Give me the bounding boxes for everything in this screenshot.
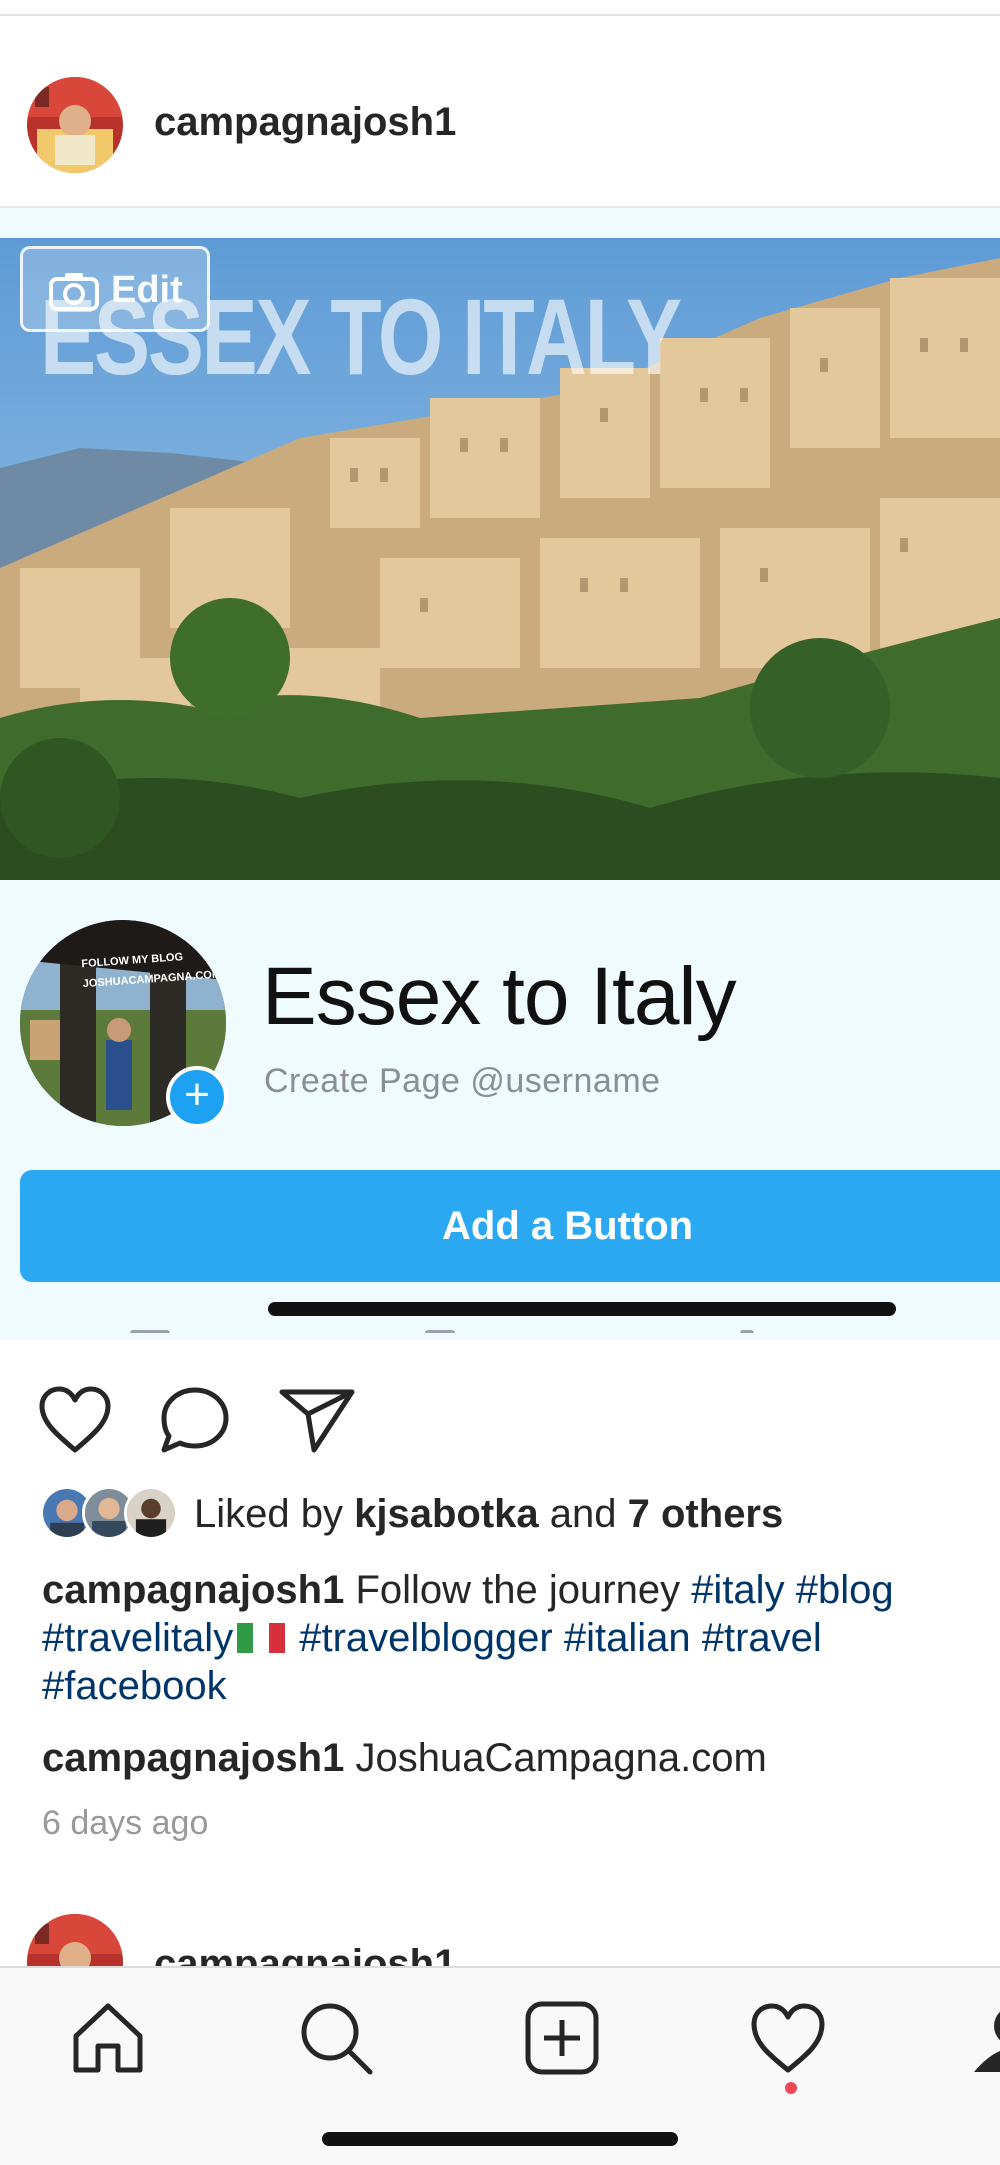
comment-icon[interactable] xyxy=(156,1384,234,1456)
caption-username[interactable]: campagnajosh1 xyxy=(42,1568,344,1612)
hashtag[interactable]: #blog xyxy=(796,1568,894,1612)
likes-text[interactable]: Liked by kjsabotka and 7 others xyxy=(194,1492,783,1537)
comment-text: JoshuaCampagna.com xyxy=(355,1736,767,1780)
hashtag[interactable]: #italy xyxy=(691,1568,784,1612)
faint-tab-icons xyxy=(0,1324,1000,1340)
plus-square-icon[interactable] xyxy=(522,1998,602,2078)
comment-username[interactable]: campagnajosh1 xyxy=(42,1736,344,1780)
search-icon[interactable] xyxy=(296,1998,376,2078)
post-caption: campagnajosh1 Follow the journey #italy … xyxy=(42,1566,982,1710)
status-divider xyxy=(0,0,1000,16)
bottom-tab-bar xyxy=(0,1966,1000,2165)
hashtag[interactable]: #travelitaly xyxy=(42,1616,233,1660)
avatar[interactable] xyxy=(27,77,123,173)
profile-picture-text: FOLLOW MY BLOG JOSHUACAMPAGNA.COM xyxy=(81,951,222,991)
post-media[interactable]: ESSEX TO ITALY Edit FOLLOW MY BLOG JOSHU… xyxy=(0,208,1000,1340)
liker-avatar xyxy=(124,1486,178,1540)
hashtag[interactable]: #travel xyxy=(702,1616,822,1660)
home-indicator xyxy=(322,2132,678,2146)
next-post-header: campagnajosh1 xyxy=(0,1910,1000,1966)
send-icon[interactable] xyxy=(278,1384,356,1456)
home-icon[interactable] xyxy=(68,1998,148,2078)
hashtag[interactable]: #travelblogger xyxy=(299,1616,553,1660)
edit-cover-button[interactable]: Edit xyxy=(20,246,210,332)
post-actions xyxy=(0,1340,1000,1460)
page-name: Essex to Italy xyxy=(262,951,737,1042)
hashtag[interactable]: #italian xyxy=(564,1616,691,1660)
screenshot-home-indicator xyxy=(268,1302,896,1316)
hashtag[interactable]: #facebook xyxy=(42,1664,227,1708)
caption-text: Follow the journey xyxy=(355,1568,681,1612)
add-a-button[interactable]: Add a Button xyxy=(20,1170,1000,1282)
post-username[interactable]: campagnajosh1 xyxy=(154,100,456,145)
heart-icon[interactable] xyxy=(36,1384,114,1456)
edit-label: Edit xyxy=(111,269,183,311)
avatar[interactable] xyxy=(27,1914,123,1966)
camera-icon xyxy=(49,273,99,311)
add-a-button-label: Add a Button xyxy=(442,1204,694,1248)
cover-photo: ESSEX TO ITALY xyxy=(0,238,1000,880)
post-header: campagnajosh1 xyxy=(0,18,1000,208)
next-post-username[interactable]: campagnajosh1 xyxy=(154,1942,456,1966)
timestamp: 6 days ago xyxy=(42,1804,209,1842)
italy-flag-icon xyxy=(237,1616,286,1653)
likes-row: Liked by kjsabotka and 7 others xyxy=(40,1486,980,1546)
create-username-link[interactable]: Create Page @username xyxy=(264,1062,661,1101)
notification-dot xyxy=(785,2082,797,2094)
add-photo-icon[interactable]: + xyxy=(166,1066,228,1128)
comment: campagnajosh1 JoshuaCampagna.com xyxy=(42,1736,767,1781)
activity-heart-icon[interactable] xyxy=(748,1998,828,2078)
profile-icon[interactable] xyxy=(974,1998,1000,2078)
